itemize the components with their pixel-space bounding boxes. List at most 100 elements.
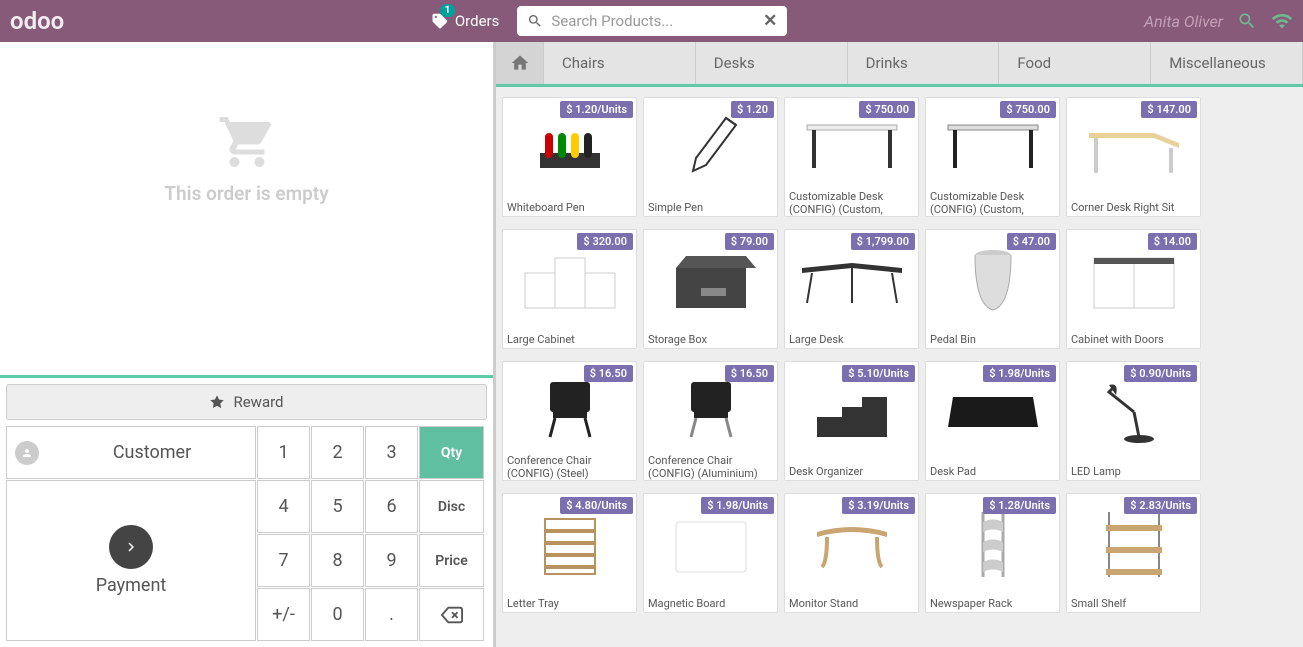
qty-button[interactable]: Qty — [419, 426, 484, 479]
product-name: Desk Pad — [926, 463, 1059, 480]
product-card[interactable]: $ 1.28/UnitsNewspaper Rack — [925, 493, 1060, 613]
product-card[interactable]: $ 1.20Simple Pen — [643, 97, 778, 217]
star-icon — [209, 394, 225, 410]
key-0[interactable]: 0 — [311, 588, 364, 641]
top-header: odoo 1 Orders ✕ Anita Oliver — [0, 0, 1303, 42]
product-price: $ 4.80/Units — [560, 497, 633, 514]
reward-label: Reward — [233, 393, 283, 411]
product-card[interactable]: $ 147.00Corner Desk Right Sit — [1066, 97, 1201, 217]
wifi-icon[interactable] — [1271, 10, 1293, 32]
disc-button[interactable]: Disc — [419, 480, 484, 533]
price-button[interactable]: Price — [419, 534, 484, 587]
key-9[interactable]: 9 — [365, 534, 418, 587]
category-food[interactable]: Food — [999, 42, 1151, 84]
product-name: Conference Chair (CONFIG) (Aluminium) — [644, 452, 777, 480]
key-sign[interactable]: +/- — [257, 588, 310, 641]
product-name: Monitor Stand — [785, 595, 918, 612]
product-price: $ 14.00 — [1148, 233, 1197, 250]
product-price: $ 750.00 — [859, 101, 915, 118]
product-card[interactable]: $ 3.19/Units Monitor Stand — [784, 493, 919, 613]
key-1[interactable]: 1 — [257, 426, 310, 479]
search-input[interactable] — [551, 12, 755, 30]
customer-label: Customer — [49, 442, 255, 463]
product-price: $ 0.90/Units — [1124, 365, 1197, 382]
product-card[interactable]: $ 1.98/Units Magnetic Board — [643, 493, 778, 613]
product-card[interactable]: $ 750.00 Customizable Desk (CONFIG) (Cust… — [925, 97, 1060, 217]
product-price: $ 3.19/Units — [842, 497, 915, 514]
product-name: Conference Chair (CONFIG) (Steel) — [503, 452, 636, 480]
product-card[interactable]: $ 14.00 Cabinet with Doors — [1066, 229, 1201, 349]
category-chairs[interactable]: Chairs — [544, 42, 696, 84]
backspace-icon — [441, 604, 463, 626]
product-card[interactable]: $ 2.83/Units Small Shelf — [1066, 493, 1201, 613]
key-8[interactable]: 8 — [311, 534, 364, 587]
username[interactable]: Anita Oliver — [1144, 12, 1223, 31]
product-card[interactable]: $ 320.00Large Cabinet — [502, 229, 637, 349]
order-area: This order is empty — [0, 42, 493, 375]
product-name: Magnetic Board — [644, 595, 777, 612]
product-name: Cabinet with Doors — [1067, 331, 1200, 348]
backspace-button[interactable] — [419, 588, 484, 641]
product-price: $ 1.98/Units — [701, 497, 774, 514]
home-icon — [510, 53, 530, 73]
clear-search-icon[interactable]: ✕ — [763, 11, 777, 31]
key-2[interactable]: 2 — [311, 426, 364, 479]
reward-button[interactable]: Reward — [6, 384, 487, 420]
product-grid: $ 1.20/Units Whiteboard Pen $ 1.20Simple P… — [496, 87, 1303, 647]
product-name: Pedal Bin — [926, 331, 1059, 348]
search-box[interactable]: ✕ — [517, 6, 787, 36]
category-tabs: Chairs Desks Drinks Food Miscellaneous — [496, 42, 1303, 87]
keypad: Customer 1 2 3 Qty Payment 4 5 6 Disc 7 … — [6, 426, 487, 641]
product-name: Desk Organizer — [785, 463, 918, 480]
category-desks[interactable]: Desks — [696, 42, 848, 84]
product-name: Customizable Desk (CONFIG) (Custom, Whit… — [785, 188, 918, 216]
search-icon-right[interactable] — [1237, 11, 1257, 31]
payment-label: Payment — [96, 575, 167, 596]
right-panel: Chairs Desks Drinks Food Miscellaneous $… — [496, 42, 1303, 647]
header-center: 1 Orders ✕ — [421, 6, 788, 36]
payment-button[interactable]: Payment — [6, 480, 256, 641]
product-price: $ 16.50 — [725, 365, 774, 382]
product-card[interactable]: $ 750.00 Customizable Desk (CONFIG) (Cust… — [784, 97, 919, 217]
key-5[interactable]: 5 — [311, 480, 364, 533]
product-name: Storage Box — [644, 331, 777, 348]
product-name: Simple Pen — [644, 199, 777, 216]
product-price: $ 750.00 — [1000, 101, 1056, 118]
customer-button[interactable]: Customer — [6, 426, 256, 479]
product-price: $ 5.10/Units — [842, 365, 915, 382]
product-price: $ 1.98/Units — [983, 365, 1056, 382]
logo: odoo — [10, 7, 64, 35]
product-card[interactable]: $ 1,799.00Large Desk — [784, 229, 919, 349]
key-7[interactable]: 7 — [257, 534, 310, 587]
category-misc[interactable]: Miscellaneous — [1151, 42, 1303, 84]
product-name: Small Shelf — [1067, 595, 1200, 612]
product-card[interactable]: $ 4.80/UnitsLetter Tray — [502, 493, 637, 613]
left-panel: This order is empty Reward Customer 1 2 … — [0, 42, 496, 647]
product-card[interactable]: $ 0.90/Units LED Lamp — [1066, 361, 1201, 481]
product-price: $ 2.83/Units — [1124, 497, 1197, 514]
product-name: Large Cabinet — [503, 331, 636, 348]
product-price: $ 1.20/Units — [560, 101, 633, 118]
key-6[interactable]: 6 — [365, 480, 418, 533]
product-card[interactable]: $ 1.20/Units Whiteboard Pen — [502, 97, 637, 217]
home-tab[interactable] — [496, 42, 544, 84]
category-drinks[interactable]: Drinks — [848, 42, 1000, 84]
product-card[interactable]: $ 79.00Storage Box — [643, 229, 778, 349]
product-name: Whiteboard Pen — [503, 199, 636, 216]
product-card[interactable]: $ 5.10/Units Desk Organizer — [784, 361, 919, 481]
product-price: $ 1,799.00 — [851, 233, 915, 250]
product-card[interactable]: $ 16.50 Conference Chair (CONFIG) (Alumin… — [643, 361, 778, 481]
product-card[interactable]: $ 1.98/Units Desk Pad — [925, 361, 1060, 481]
product-card[interactable]: $ 16.50Conference Chair (CONFIG) (Steel) — [502, 361, 637, 481]
key-3[interactable]: 3 — [365, 426, 418, 479]
search-icon — [527, 13, 543, 29]
chevron-right-icon — [109, 525, 153, 569]
key-dot[interactable]: . — [365, 588, 418, 641]
product-card[interactable]: $ 47.00 Pedal Bin — [925, 229, 1060, 349]
orders-badge: 1 — [440, 4, 456, 17]
key-4[interactable]: 4 — [257, 480, 310, 533]
orders-button[interactable]: 1 Orders — [421, 6, 510, 36]
product-price: $ 47.00 — [1007, 233, 1056, 250]
product-name: Customizable Desk (CONFIG) (Custom, Blac… — [926, 188, 1059, 216]
product-name: LED Lamp — [1067, 463, 1200, 480]
